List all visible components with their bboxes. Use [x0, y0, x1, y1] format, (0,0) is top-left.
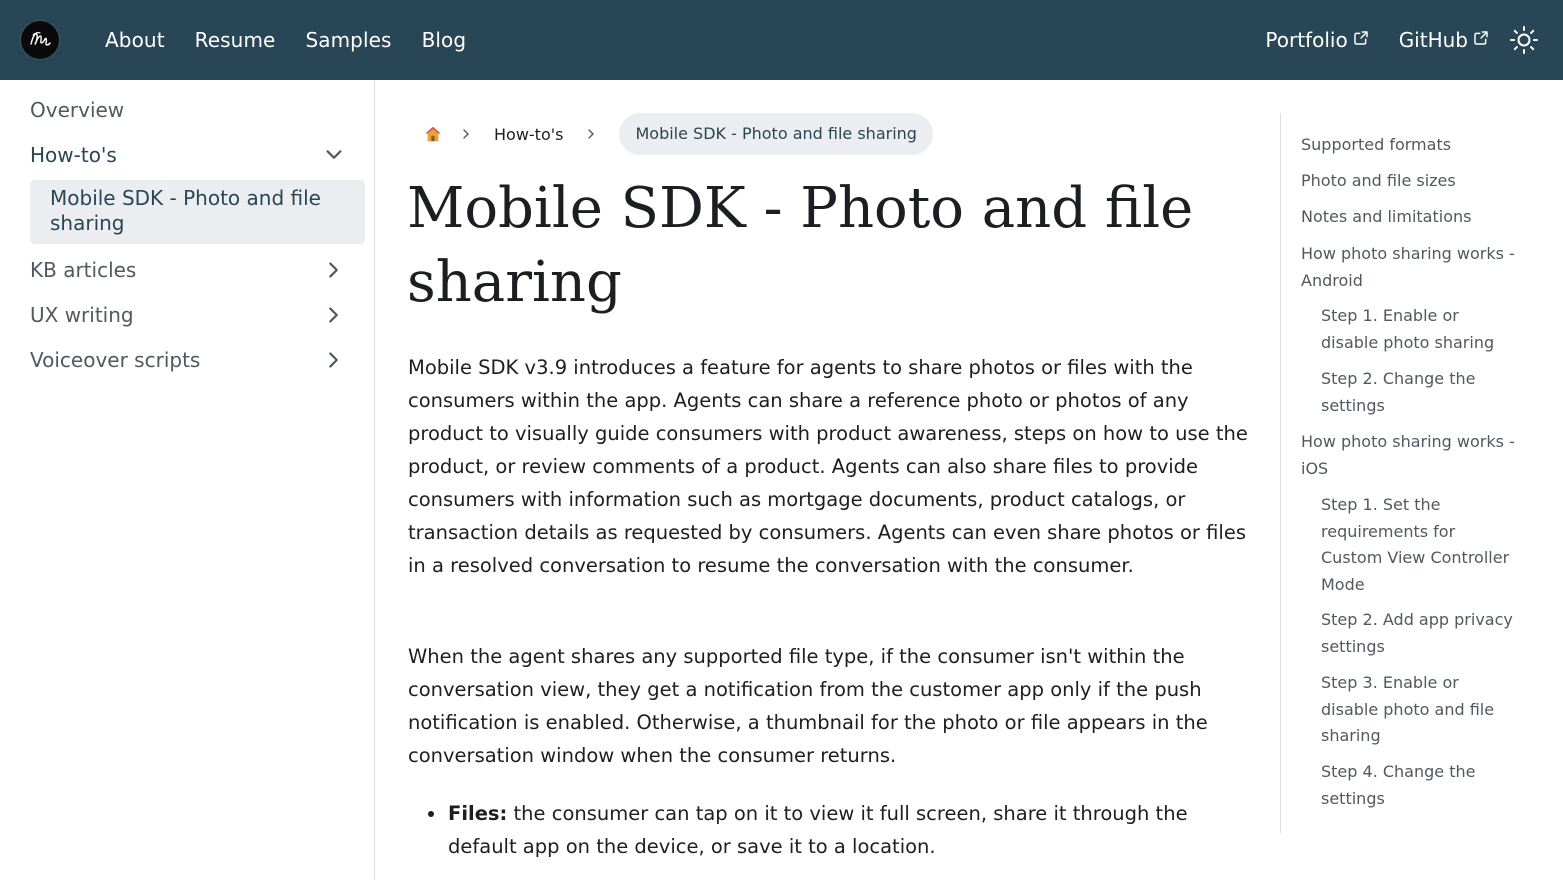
- sidebar-item-howtos[interactable]: How-to's: [30, 143, 365, 167]
- docs-sidebar: Overview How-to's Mobile SDK - Photo and…: [0, 80, 375, 880]
- toc-link-ios-step2[interactable]: Step 2. Add app privacy settings: [1321, 607, 1521, 660]
- primary-nav: About Resume Samples Blog: [105, 0, 496, 80]
- page-title: Mobile SDK - Photo and file sharing: [407, 176, 1194, 315]
- nav-resume-link[interactable]: Resume: [195, 28, 276, 52]
- external-link-icon: [1353, 31, 1368, 45]
- toc-link-ios[interactable]: How photo sharing works - iOS: [1301, 429, 1541, 482]
- home-icon: [425, 126, 441, 142]
- toc-link-android[interactable]: How photo sharing works - Android: [1301, 241, 1541, 294]
- signature-logo-icon: [30, 32, 51, 46]
- nav-about-link[interactable]: About: [105, 28, 165, 52]
- toc-link-photo-file-sizes[interactable]: Photo and file sizes: [1301, 168, 1541, 195]
- chevron-down-icon[interactable]: [323, 144, 345, 166]
- chevron-right-icon[interactable]: [323, 304, 345, 326]
- sun-icon: [1510, 26, 1538, 54]
- breadcrumb-current: Mobile SDK - Photo and file sharing: [619, 113, 933, 155]
- sidebar-item-label: UX writing: [30, 303, 134, 327]
- chevron-right-icon: [581, 128, 601, 140]
- chevron-right-icon[interactable]: [323, 259, 345, 281]
- toc-link-notes-limitations[interactable]: Notes and limitations: [1301, 204, 1541, 231]
- sidebar-item-voiceover-scripts[interactable]: Voiceover scripts: [30, 348, 365, 372]
- notification-paragraph: When the agent shares any supported file…: [408, 645, 1208, 767]
- table-of-contents: Supported formats Photo and file sizes N…: [1280, 113, 1550, 833]
- chevron-right-icon: [456, 128, 476, 140]
- toc-link-supported-formats[interactable]: Supported formats: [1301, 132, 1541, 159]
- nav-blog-link[interactable]: Blog: [422, 28, 467, 52]
- external-link-icon: [1474, 31, 1488, 45]
- chevron-right-icon[interactable]: [323, 349, 345, 371]
- breadcrumb-howtos[interactable]: How-to's: [494, 125, 563, 144]
- secondary-nav: Portfolio GitHub: [1235, 0, 1539, 80]
- nav-github-label: GitHub: [1398, 28, 1468, 52]
- nav-samples-link[interactable]: Samples: [305, 28, 391, 52]
- breadcrumb-home[interactable]: [410, 113, 456, 155]
- sidebar-item-label: How-to's: [30, 143, 117, 167]
- top-navbar: About Resume Samples Blog Portfolio GitH…: [0, 0, 1563, 80]
- toc-link-android-step2[interactable]: Step 2. Change the settings: [1321, 366, 1521, 419]
- sidebar-item-ux-writing[interactable]: UX writing: [30, 303, 365, 327]
- sidebar-item-label: Voiceover scripts: [30, 348, 201, 372]
- bullet-icon: [428, 811, 434, 817]
- toc-link-ios-step4[interactable]: Step 4. Change the settings: [1321, 759, 1521, 812]
- sidebar-item-kb-articles[interactable]: KB articles: [30, 258, 365, 282]
- sidebar-item-overview[interactable]: Overview: [30, 98, 365, 122]
- nav-github-link[interactable]: GitHub: [1399, 28, 1489, 52]
- intro-paragraph: Mobile SDK v3.9 introduces a feature for…: [408, 356, 1248, 577]
- list-item: Files: the consumer can tap on it to vie…: [408, 797, 1253, 863]
- toc-link-android-step1[interactable]: Step 1. Enable or disable photo sharing: [1321, 303, 1521, 356]
- nav-portfolio-link[interactable]: Portfolio: [1265, 28, 1368, 52]
- sidebar-item-active-page[interactable]: Mobile SDK - Photo and file sharing: [30, 180, 365, 244]
- theme-toggle-button[interactable]: [1509, 25, 1539, 55]
- toc-link-ios-step1[interactable]: Step 1. Set the requirements for Custom …: [1321, 492, 1521, 598]
- list-item-text: the consumer can tap on it to view it fu…: [448, 802, 1188, 858]
- list-item-term: Files:: [448, 802, 508, 825]
- nav-portfolio-label: Portfolio: [1265, 28, 1348, 52]
- sidebar-item-label: Overview: [30, 98, 125, 122]
- feature-list: Files: the consumer can tap on it to vie…: [408, 797, 1253, 863]
- breadcrumb: How-to's Mobile SDK - Photo and file sha…: [410, 113, 933, 155]
- toc-link-ios-step3[interactable]: Step 3. Enable or disable photo and file…: [1321, 670, 1521, 750]
- site-logo[interactable]: [20, 20, 60, 60]
- sidebar-item-label: KB articles: [30, 258, 137, 282]
